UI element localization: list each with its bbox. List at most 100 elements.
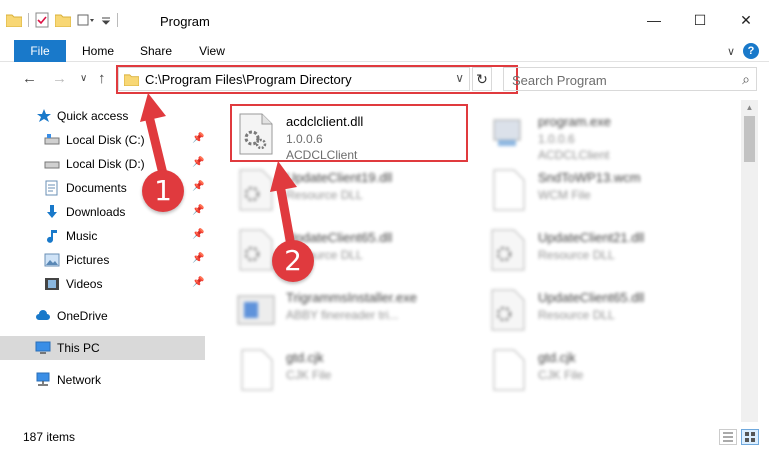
cloud-icon	[36, 310, 50, 320]
sidebar-item-local-disk-c[interactable]: Local Disk (C:) 📌	[0, 128, 205, 152]
help-button[interactable]: ?	[743, 43, 759, 59]
scroll-thumb[interactable]	[744, 116, 755, 162]
back-button[interactable]: ←	[22, 70, 37, 87]
item-count: 187 items	[23, 430, 76, 444]
file-name: SndToWP13.wcm	[538, 170, 641, 185]
file-name: UpdateClient19.dll	[286, 170, 393, 185]
properties-icon[interactable]	[35, 12, 49, 28]
file-version: 1.0.0.6	[538, 132, 575, 146]
drive-icon	[44, 134, 60, 145]
scroll-up-button[interactable]: ▲	[741, 100, 758, 116]
pin-icon: 📌	[192, 205, 205, 216]
tab-share[interactable]: Share	[130, 40, 182, 62]
exe-file-icon	[493, 119, 521, 146]
status-bar: 187 items	[0, 424, 769, 463]
new-folder-icon[interactable]	[55, 13, 71, 27]
star-icon	[37, 109, 51, 122]
address-highlight-box	[116, 65, 518, 94]
sidebar-item-label: Pictures	[66, 253, 110, 267]
details-view-button[interactable]	[719, 429, 737, 445]
file-description: Resource DLL	[538, 248, 615, 262]
dll-file-icon	[491, 229, 525, 271]
sidebar-item-this-pc[interactable]: This PC	[0, 336, 205, 360]
ribbon-controls: ∨ ?	[727, 43, 759, 59]
sidebar-item-network[interactable]: Network	[0, 368, 205, 392]
computer-icon	[35, 341, 51, 354]
sidebar-item-label: This PC	[57, 341, 100, 355]
file-item-updateclient65[interactable]: UpdateClient65.dll Resource DLL	[234, 222, 479, 282]
view-buttons	[719, 429, 759, 445]
minimize-button[interactable]: —	[631, 0, 677, 40]
drive-icon	[44, 161, 60, 169]
file-icon	[493, 349, 525, 391]
dll-file-icon	[239, 169, 273, 211]
maximize-button[interactable]: ☐	[677, 0, 723, 40]
pin-icon: 📌	[192, 157, 205, 168]
folder-icon[interactable]	[6, 13, 22, 27]
file-description: ACDCLClient	[538, 148, 610, 162]
file-item-updateclient19[interactable]: UpdateClient19.dll Resource DLL	[234, 162, 479, 222]
file-name: program.exe	[538, 114, 611, 129]
search-input[interactable]: Search Program	[512, 73, 607, 88]
file-description: CJK File	[286, 368, 332, 382]
pin-icon: 📌	[192, 253, 205, 264]
customize-icon[interactable]	[77, 13, 95, 27]
file-description: Resource DLL	[538, 308, 615, 322]
vertical-scrollbar[interactable]: ▲	[741, 100, 758, 422]
details-view-icon	[723, 432, 733, 442]
up-button[interactable]: ↑	[98, 70, 106, 87]
callout-badge-1: 1	[142, 170, 184, 212]
file-item-gtd-cjk-b[interactable]: gtd.cjk CJK File	[486, 342, 731, 402]
search-icon: ⌕	[742, 71, 750, 87]
navigation-pane: Quick access Local Disk (C:) 📌 Local Dis…	[0, 100, 205, 422]
sidebar-item-label: Quick access	[57, 109, 129, 123]
dll-file-icon	[239, 229, 273, 271]
sidebar-item-pictures[interactable]: Pictures 📌	[0, 248, 205, 272]
file-description: CJK File	[538, 368, 584, 382]
toolbar-divider	[28, 13, 29, 27]
title-bar: Program — ☐ ✕	[0, 0, 769, 40]
file-description: Resource DLL	[286, 188, 363, 202]
download-icon	[47, 205, 57, 218]
sidebar-item-videos[interactable]: Videos 📌	[0, 272, 205, 296]
pin-icon: 📌	[192, 133, 205, 144]
file-item-updateclient65-b[interactable]: UpdateClient65.dll Resource DLL	[486, 282, 731, 342]
quick-access-dropdown-icon[interactable]	[101, 15, 111, 25]
quick-access-toolbar	[6, 10, 118, 30]
sidebar-item-onedrive[interactable]: OneDrive	[0, 304, 205, 328]
file-name: gtd.cjk	[538, 350, 576, 365]
sidebar-item-label: Videos	[66, 277, 103, 291]
pin-icon: 📌	[192, 181, 205, 192]
file-description: WCM File	[538, 188, 591, 202]
installer-file-icon	[237, 295, 275, 325]
tab-view[interactable]: View	[186, 40, 238, 62]
expand-ribbon-button[interactable]: ∨	[727, 45, 735, 58]
tiles-view-button[interactable]	[741, 429, 759, 445]
file-name: UpdateClient21.dll	[538, 230, 645, 245]
callout-badge-2: 2	[272, 240, 314, 282]
tab-file[interactable]: File	[14, 40, 66, 62]
close-button[interactable]: ✕	[723, 0, 769, 40]
sidebar-item-label: OneDrive	[57, 309, 108, 323]
file-item-sndtowp13[interactable]: SndToWP13.wcm WCM File	[486, 162, 731, 222]
navigation-bar: ← → ∨ ↑ C:\Program Files\Program Directo…	[0, 63, 769, 97]
file-name: TrigrammsInstaller.exe	[286, 290, 417, 305]
file-item-trigrammsinstaller[interactable]: TrigrammsInstaller.exe ABBY finereader t…	[234, 282, 479, 342]
sidebar-item-quick-access[interactable]: Quick access	[0, 104, 205, 128]
file-item-updateclient21[interactable]: UpdateClient21.dll Resource DLL	[486, 222, 731, 282]
documents-icon	[45, 180, 58, 196]
sidebar-item-label: Local Disk (D:)	[66, 157, 145, 171]
forward-button[interactable]: →	[52, 70, 67, 87]
tab-home[interactable]: Home	[72, 40, 124, 62]
tiles-view-icon	[745, 432, 755, 442]
file-item-program-exe[interactable]: program.exe 1.0.0.6 ACDCLClient	[486, 106, 731, 166]
sidebar-item-label: Local Disk (C:)	[66, 133, 145, 147]
file-highlight-box	[230, 104, 468, 162]
dll-file-icon	[491, 289, 525, 331]
search-box[interactable]: Search Program ⌕	[503, 67, 757, 91]
file-name: UpdateClient65.dll	[538, 290, 645, 305]
sidebar-item-music[interactable]: Music 📌	[0, 224, 205, 248]
sidebar-item-label: Network	[57, 373, 102, 387]
recent-locations-button[interactable]: ∨	[80, 73, 87, 84]
file-item-gtd-cjk[interactable]: gtd.cjk CJK File	[234, 342, 479, 402]
